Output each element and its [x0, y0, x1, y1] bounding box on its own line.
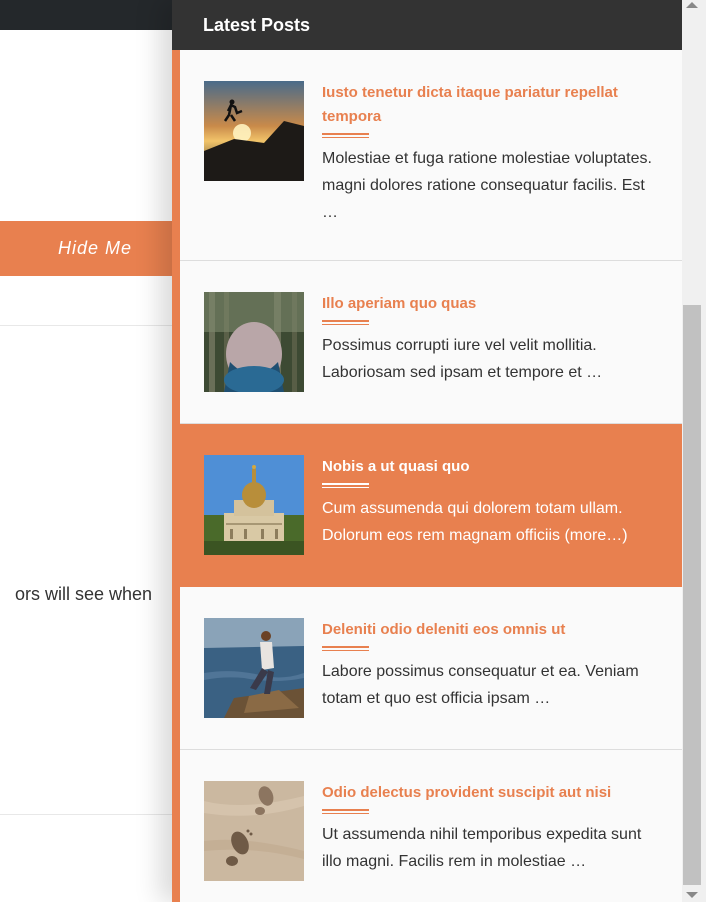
post-excerpt: Possimus corrupti iure vel velit molliti… — [322, 337, 603, 381]
post-thumbnail[interactable] — [204, 81, 304, 181]
post-title-link[interactable]: Nobis a ut quasi quo — [322, 455, 662, 479]
title-underline — [322, 320, 369, 325]
divider — [0, 325, 180, 326]
hide-me-button[interactable]: Hide Me — [0, 221, 180, 276]
post-excerpt: Molestiae et fuga ratione molestiae volu… — [322, 150, 652, 221]
page-body-text: ors will see when — [14, 584, 152, 604]
post-item[interactable]: Odio delectus provident suscipit aut nis… — [180, 750, 682, 902]
scroll-up-arrow-icon[interactable] — [686, 2, 698, 8]
title-underline — [322, 483, 369, 488]
divider — [0, 814, 180, 815]
post-title-link[interactable]: Deleniti odio deleniti eos omnis ut — [322, 618, 662, 642]
post-title-link[interactable]: Illo aperiam quo quas — [322, 292, 662, 316]
post-excerpt: Labore possimus consequatur et ea. Venia… — [322, 663, 639, 707]
post-excerpt: Ut assumenda nihil temporibus expedita s… — [322, 826, 642, 870]
title-underline — [322, 809, 369, 814]
post-item[interactable]: Deleniti odio deleniti eos omnis ut Labo… — [180, 587, 682, 750]
scrollbar-thumb[interactable] — [683, 305, 701, 885]
page-row — [0, 277, 180, 325]
title-underline — [322, 646, 369, 651]
post-thumbnail[interactable] — [204, 781, 304, 881]
latest-posts-panel: Latest Posts Iusto tenetur dicta itaque … — [172, 0, 682, 902]
posts-list: Iusto tenetur dicta itaque pariatur repe… — [172, 50, 682, 902]
post-thumbnail[interactable] — [204, 618, 304, 718]
title-underline — [322, 133, 369, 138]
post-title-link[interactable]: Odio delectus provident suscipit aut nis… — [322, 781, 662, 805]
panel-title: Latest Posts — [172, 0, 682, 50]
page-content — [0, 30, 180, 902]
post-thumbnail[interactable] — [204, 292, 304, 392]
post-thumbnail[interactable] — [204, 455, 304, 555]
post-item[interactable]: Illo aperiam quo quas Possimus corrupti … — [180, 261, 682, 424]
post-title-link[interactable]: Iusto tenetur dicta itaque pariatur repe… — [322, 81, 662, 129]
post-item[interactable]: Iusto tenetur dicta itaque pariatur repe… — [180, 50, 682, 261]
post-item-active[interactable]: Nobis a ut quasi quo Cum assumenda qui d… — [180, 424, 682, 587]
post-excerpt: Cum assumenda qui dolorem totam ullam. D… — [322, 500, 628, 544]
scroll-down-arrow-icon[interactable] — [686, 892, 698, 898]
